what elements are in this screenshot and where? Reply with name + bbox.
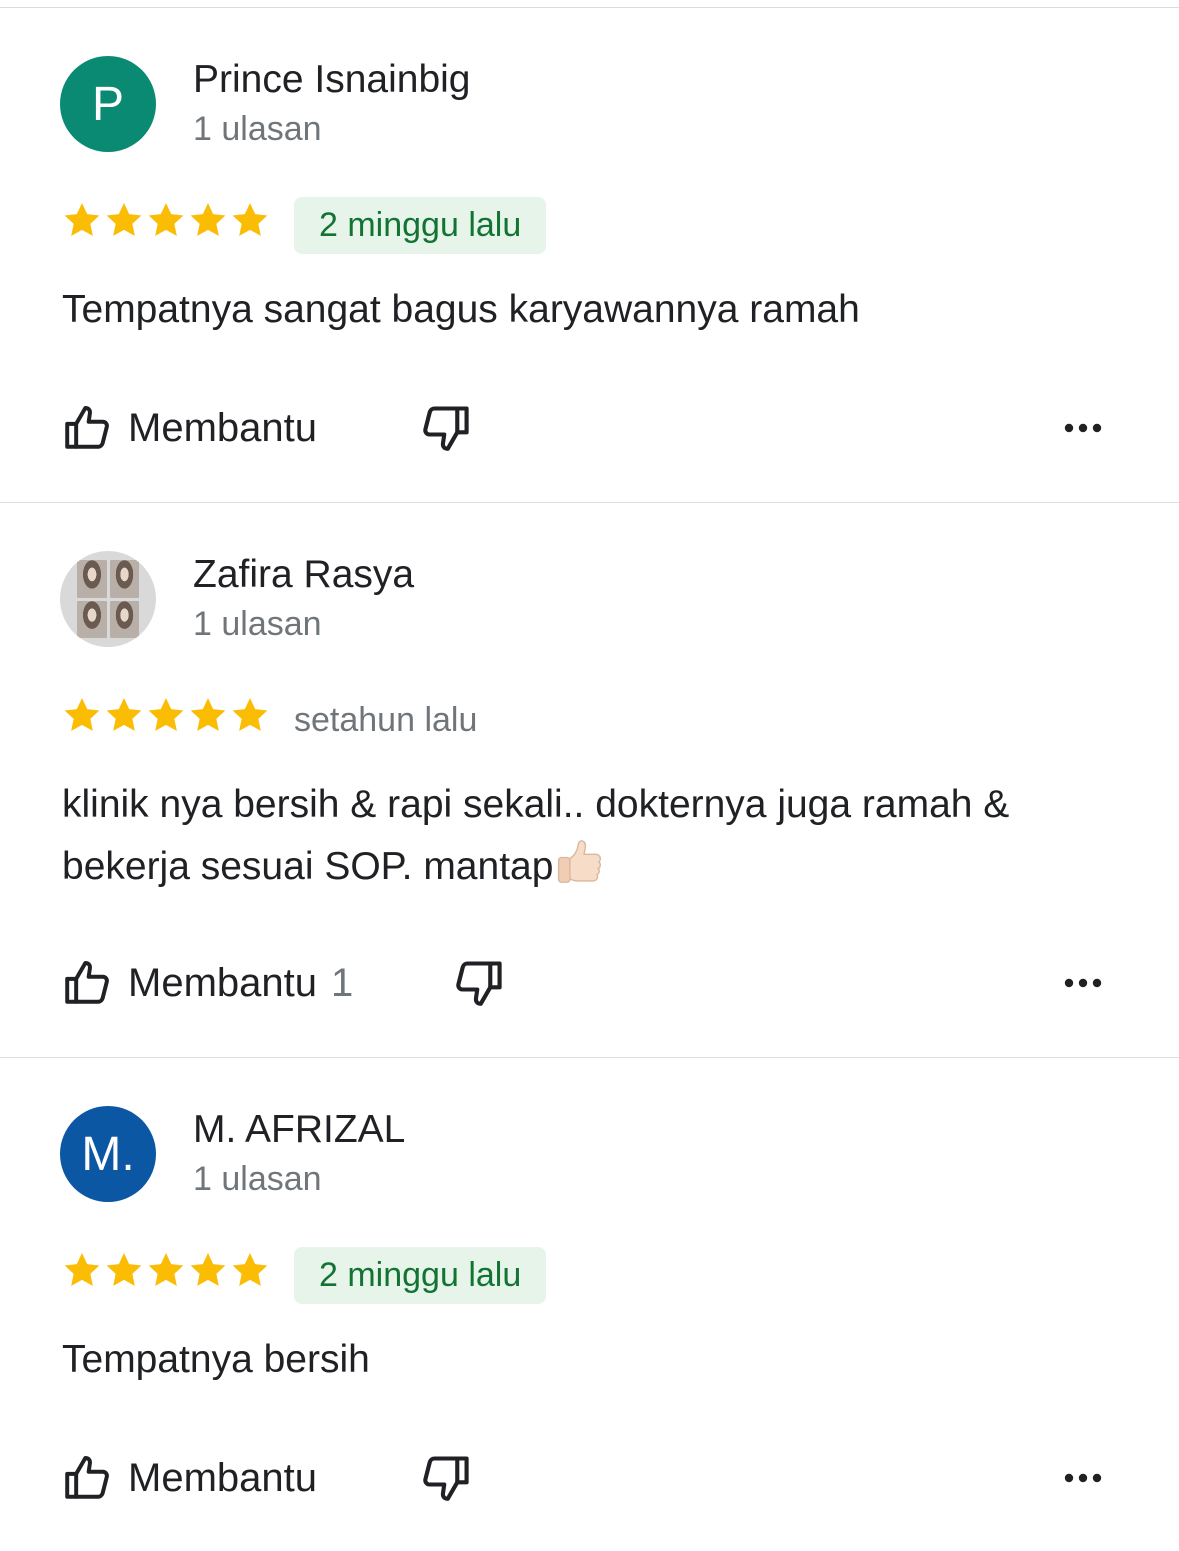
avatar[interactable]: P bbox=[60, 56, 156, 152]
not-helpful-button[interactable] bbox=[451, 955, 507, 1011]
star-rating bbox=[62, 1250, 270, 1290]
avatar-photo bbox=[77, 560, 139, 638]
review-date: setahun lalu bbox=[294, 701, 478, 739]
star-icon bbox=[106, 1253, 142, 1286]
avatar[interactable]: M. bbox=[60, 1106, 156, 1202]
star-icon bbox=[232, 698, 268, 731]
star-icon bbox=[232, 1253, 268, 1286]
star-icon bbox=[106, 203, 142, 236]
reviewer-name[interactable]: M. AFRIZAL bbox=[193, 1108, 405, 1152]
thumb-up-outline-icon bbox=[65, 406, 109, 449]
star-icon bbox=[148, 1253, 184, 1286]
thumb-up-outline-icon bbox=[65, 961, 109, 1004]
star-icon bbox=[106, 698, 142, 731]
star-rating bbox=[62, 200, 270, 240]
helpful-label: Membantu bbox=[128, 960, 317, 1005]
review-text: Tempatnya sangat bagus karyawannya ramah bbox=[62, 288, 860, 331]
avatar-letter: P bbox=[91, 77, 124, 131]
thumbs-up-emoji bbox=[558, 840, 602, 883]
avatar-letter: M. bbox=[81, 1127, 135, 1181]
review-actions: Membantu 1 bbox=[0, 953, 1179, 1013]
helpful-button[interactable]: Membantu 1 bbox=[62, 953, 353, 1013]
star-icon bbox=[190, 203, 226, 236]
helpful-button[interactable]: Membantu bbox=[62, 398, 317, 458]
helpful-button[interactable]: Membantu bbox=[62, 1448, 317, 1508]
more-options-button[interactable] bbox=[1058, 1456, 1108, 1500]
review-text: Tempatnya bersih bbox=[62, 1338, 370, 1381]
star-icon bbox=[148, 698, 184, 731]
thumb-up-outline-icon bbox=[65, 1456, 109, 1499]
review-divider bbox=[0, 1057, 1179, 1058]
more-horizontal-icon bbox=[1064, 423, 1102, 433]
helpful-label: Membantu bbox=[128, 1455, 317, 1500]
helpful-count: 1 bbox=[330, 960, 354, 1005]
reviewer-review-count: 1 ulasan bbox=[193, 110, 322, 148]
more-options-button[interactable] bbox=[1058, 961, 1108, 1005]
reviewer-name[interactable]: Zafira Rasya bbox=[193, 553, 414, 597]
star-icon bbox=[232, 203, 268, 236]
star-icon bbox=[64, 1253, 100, 1286]
more-horizontal-icon bbox=[1064, 1473, 1102, 1483]
review-actions: Membantu bbox=[0, 398, 1179, 458]
star-rating bbox=[62, 695, 270, 735]
star-icon bbox=[148, 203, 184, 236]
star-icon bbox=[190, 698, 226, 731]
star-icon bbox=[64, 203, 100, 236]
review-date-badge: 2 minggu lalu bbox=[294, 1247, 547, 1304]
review-divider bbox=[0, 502, 1179, 503]
not-helpful-button[interactable] bbox=[418, 400, 474, 456]
thumb-down-outline-icon bbox=[423, 1456, 469, 1501]
not-helpful-button[interactable] bbox=[418, 1450, 474, 1506]
reviewer-review-count: 1 ulasan bbox=[193, 1160, 322, 1198]
reviewer-name[interactable]: Prince Isnainbig bbox=[193, 58, 471, 102]
star-icon bbox=[64, 698, 100, 731]
reviewer-review-count: 1 ulasan bbox=[193, 605, 322, 643]
star-icon bbox=[190, 1253, 226, 1286]
thumb-down-outline-icon bbox=[456, 961, 502, 1006]
review-text-container: klinik nya bersih & rapi sekali.. dokter… bbox=[62, 775, 1132, 897]
review-actions: Membantu bbox=[0, 1448, 1179, 1508]
top-divider bbox=[0, 7, 1179, 8]
more-horizontal-icon bbox=[1064, 978, 1102, 988]
review-date-badge: 2 minggu lalu bbox=[294, 197, 547, 254]
avatar[interactable] bbox=[60, 551, 156, 647]
more-options-button[interactable] bbox=[1058, 406, 1108, 450]
helpful-label: Membantu bbox=[128, 405, 317, 450]
thumb-down-outline-icon bbox=[423, 406, 469, 451]
review-text: klinik nya bersih & rapi sekali.. dokter… bbox=[62, 783, 1010, 888]
